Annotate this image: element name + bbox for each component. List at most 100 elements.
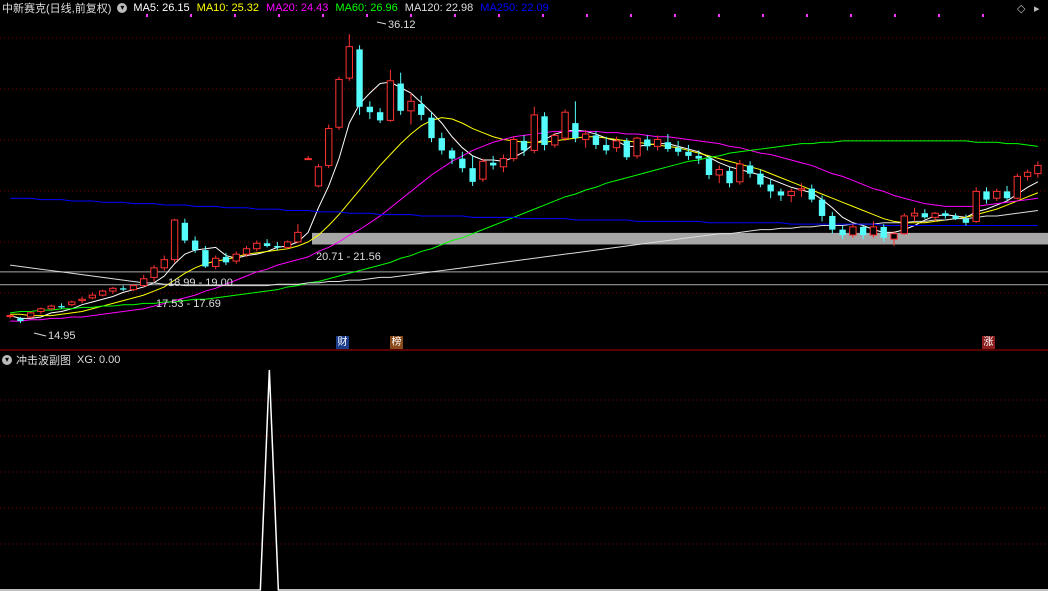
candle-body bbox=[829, 215, 836, 230]
candle-body bbox=[438, 138, 445, 151]
candle-body bbox=[191, 240, 199, 251]
arrow-right-icon[interactable]: ▸ bbox=[1034, 2, 1040, 15]
candle-body bbox=[849, 226, 857, 236]
candle-body bbox=[376, 112, 384, 121]
candle-body bbox=[921, 213, 928, 218]
candle-body bbox=[407, 100, 415, 112]
candle-body bbox=[294, 231, 302, 243]
candle-body bbox=[541, 116, 548, 145]
candle-body bbox=[242, 248, 251, 255]
range-label-2: 18.99 - 19.00 bbox=[168, 277, 233, 289]
candle-body bbox=[459, 158, 466, 169]
candle-body bbox=[839, 229, 846, 236]
candle-body bbox=[510, 139, 518, 160]
candle-body bbox=[1034, 164, 1042, 175]
ma-line-ma120 bbox=[10, 210, 1038, 287]
candle-body bbox=[181, 222, 189, 241]
event-marker-rank[interactable]: 榜 bbox=[390, 336, 403, 349]
xg-signal-line bbox=[0, 369, 1048, 591]
candle-body bbox=[952, 215, 959, 219]
top-marker bbox=[894, 14, 896, 17]
candle-body bbox=[479, 160, 487, 180]
candle-body bbox=[808, 188, 815, 200]
candle-body bbox=[818, 199, 826, 216]
candle-body bbox=[253, 242, 261, 250]
candle-body bbox=[653, 139, 662, 147]
candle-body bbox=[222, 256, 230, 263]
ma-line-ma5 bbox=[10, 81, 1039, 319]
candle-body bbox=[37, 308, 45, 313]
candle-body bbox=[1013, 175, 1021, 199]
sub-chart-title[interactable]: 冲击波副图 bbox=[16, 352, 71, 368]
candle-body bbox=[58, 306, 65, 308]
candle-body bbox=[674, 147, 682, 152]
candle-body bbox=[767, 184, 774, 192]
candle-body bbox=[880, 226, 887, 238]
ma-legend-3: MA60: 26.96 bbox=[335, 2, 398, 14]
top-marker bbox=[806, 14, 808, 17]
low-pointer bbox=[33, 332, 47, 337]
ma-legend-5: MA250: 22.09 bbox=[480, 2, 549, 14]
candle-body bbox=[910, 212, 919, 217]
candle-body bbox=[972, 190, 980, 222]
top-marker bbox=[982, 14, 984, 17]
ma-legend-4: MA120: 22.98 bbox=[404, 2, 474, 14]
candle-body bbox=[530, 114, 538, 151]
top-marker bbox=[850, 14, 852, 17]
range-label-1: 20.71 - 21.56 bbox=[316, 251, 381, 263]
candle-body bbox=[746, 165, 754, 174]
candle-body bbox=[6, 315, 14, 318]
candle-body bbox=[757, 173, 764, 185]
top-marker bbox=[586, 14, 588, 17]
candle-body bbox=[47, 305, 55, 310]
top-marker bbox=[630, 14, 632, 17]
candle-body bbox=[397, 83, 404, 111]
candle-body bbox=[109, 287, 117, 292]
candle-body bbox=[572, 123, 579, 139]
candle-body bbox=[27, 312, 35, 318]
candle-body bbox=[366, 106, 374, 113]
candle-body bbox=[129, 285, 138, 291]
candle-body bbox=[140, 278, 148, 287]
candle-body bbox=[623, 140, 630, 158]
candle-body bbox=[325, 128, 333, 166]
candle-body bbox=[489, 162, 497, 166]
dropdown-icon[interactable]: ▾ bbox=[2, 355, 12, 365]
range-label-3: 17.53 - 17.69 bbox=[156, 298, 221, 310]
candle-body bbox=[170, 219, 179, 261]
event-marker-limit-up[interactable]: 涨 bbox=[982, 336, 995, 349]
candle-body bbox=[1023, 171, 1032, 177]
candle-body bbox=[859, 226, 867, 236]
arrow-up-icon[interactable]: ◇ bbox=[1017, 2, 1025, 15]
candle-body bbox=[17, 318, 24, 322]
candle-body bbox=[644, 139, 651, 147]
candle-body bbox=[664, 142, 672, 150]
high-pointer bbox=[376, 21, 387, 25]
candle-body bbox=[603, 144, 610, 151]
candle-body bbox=[304, 158, 312, 161]
candle-body bbox=[418, 104, 425, 115]
candle-body bbox=[232, 253, 240, 262]
sub-chart-indicator: XG: 0.00 bbox=[77, 354, 121, 366]
candle-body bbox=[695, 155, 702, 159]
candle-body bbox=[797, 188, 806, 191]
top-marker bbox=[938, 14, 940, 17]
ma-legend-1: MA10: 25.32 bbox=[196, 2, 260, 14]
dropdown-icon[interactable]: ▾ bbox=[117, 3, 128, 13]
low-price-label: 14.95 bbox=[48, 330, 76, 342]
top-marker bbox=[674, 14, 676, 17]
candle-body bbox=[612, 140, 621, 149]
candle-body bbox=[942, 213, 949, 216]
candle-body bbox=[314, 166, 323, 187]
candle-body bbox=[120, 288, 127, 290]
candle-body bbox=[685, 151, 692, 156]
candle-body bbox=[592, 135, 600, 145]
candle-body bbox=[98, 290, 107, 296]
candle-body bbox=[736, 163, 744, 183]
stock-title[interactable]: 中新赛克(日线,前复权) bbox=[2, 0, 111, 16]
candle-body bbox=[726, 170, 733, 184]
candle-body bbox=[78, 298, 86, 302]
top-marker bbox=[762, 14, 764, 17]
ma-legend: MA5: 26.15 MA10: 25.32 MA20: 24.43 MA60: 26… bbox=[133, 2, 555, 14]
event-marker-finance[interactable]: 财 bbox=[336, 336, 349, 349]
